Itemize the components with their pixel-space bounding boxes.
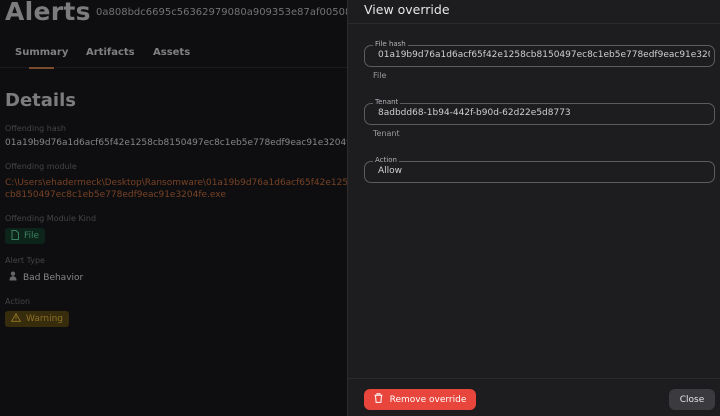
action-input[interactable]: Allow xyxy=(378,166,710,176)
panel-title: View override xyxy=(364,2,450,17)
action-legend: Action xyxy=(373,156,399,164)
file-hash-legend: File hash xyxy=(373,40,408,48)
remove-override-label: Remove override xyxy=(389,394,467,405)
tenant-input[interactable]: 8adbdd68-1b94-442f-b90d-62d22e5d8773 xyxy=(378,108,710,118)
file-hash-field[interactable]: File hash 01a19b9d76a1d6acf65f42e1258cb8… xyxy=(364,40,715,67)
view-override-panel: View override File hash 01a19b9d76a1d6ac… xyxy=(347,0,720,416)
panel-footer: Remove override Close xyxy=(348,378,720,416)
tenant-helper: Tenant xyxy=(373,129,400,138)
file-hash-input[interactable]: 01a19b9d76a1d6acf65f42e1258cb8150497ec8c… xyxy=(378,50,710,60)
remove-override-button[interactable]: Remove override xyxy=(364,389,476,410)
panel-header-divider xyxy=(348,23,720,24)
trash-icon xyxy=(374,393,383,406)
tenant-field[interactable]: Tenant 8adbdd68-1b94-442f-b90d-62d22e5d8… xyxy=(364,98,715,125)
close-button[interactable]: Close xyxy=(669,389,715,410)
file-hash-helper: File xyxy=(373,71,387,80)
tenant-legend: Tenant xyxy=(373,98,401,106)
backdrop-overlay[interactable] xyxy=(0,0,347,416)
action-field[interactable]: Action Allow xyxy=(364,156,715,183)
